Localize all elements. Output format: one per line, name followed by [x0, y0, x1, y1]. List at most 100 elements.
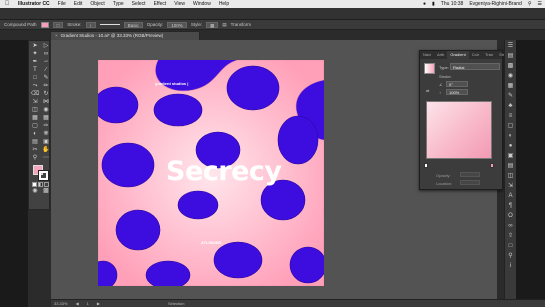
- asset-export-icon[interactable]: ⇧: [507, 233, 514, 240]
- battery-icon[interactable]: ▮: [429, 1, 438, 7]
- user-name[interactable]: Evgeniya-Righini-Brand: [466, 1, 525, 7]
- layers-icon[interactable]: ▤: [507, 53, 514, 60]
- mesh-tool-icon[interactable]: ▦: [41, 115, 51, 122]
- tab-navigator[interactable]: Navi: [420, 51, 434, 59]
- gradient-preview-swatch[interactable]: [424, 63, 435, 74]
- curvature-tool-icon[interactable]: ∽: [41, 59, 51, 66]
- rotate-tool-icon[interactable]: ↻: [41, 91, 51, 98]
- more-tools-icon[interactable]: ⋯: [41, 155, 51, 162]
- appearance-icon[interactable]: ●: [507, 143, 514, 150]
- aspect-ratio-field[interactable]: 100%: [446, 89, 468, 95]
- swatches-icon[interactable]: ▦: [507, 83, 514, 90]
- tab-artboards[interactable]: Artb: [434, 51, 447, 59]
- align-icon[interactable]: ▤: [507, 163, 514, 170]
- width-tool-icon[interactable]: ⋈: [41, 99, 51, 106]
- opentype-icon[interactable]: O: [507, 213, 514, 220]
- tab-gradient[interactable]: Gradient: [447, 51, 469, 59]
- perspective-grid-tool-icon[interactable]: ▦: [30, 115, 40, 122]
- eraser-tool-icon[interactable]: ⌫: [30, 91, 40, 98]
- close-tab-icon[interactable]: ×: [55, 33, 58, 38]
- properties-icon[interactable]: ☰: [507, 43, 514, 50]
- transform-icon[interactable]: ⇲: [507, 183, 514, 190]
- type-tool-icon[interactable]: T: [30, 67, 40, 74]
- color-icon[interactable]: ◉: [507, 73, 514, 80]
- none-mode-icon[interactable]: [44, 182, 49, 187]
- graph-tool-icon[interactable]: ▤: [30, 139, 40, 146]
- menu-file[interactable]: File: [54, 1, 70, 7]
- navigator-icon[interactable]: ⚲: [507, 253, 514, 260]
- info-icon[interactable]: i: [507, 263, 514, 270]
- artboard[interactable]: gradient studios | Secrecy ATLIMOBS: [98, 60, 324, 286]
- fill-stroke-control[interactable]: [30, 163, 51, 181]
- pencil-tool-icon[interactable]: ✏: [41, 83, 51, 90]
- stroke-label[interactable]: Stroke:: [67, 22, 81, 27]
- shaper-tool-icon[interactable]: ⤳: [30, 83, 40, 90]
- character-icon[interactable]: A: [507, 193, 514, 200]
- wifi-icon[interactable]: ●: [420, 1, 429, 7]
- stroke-weight-field[interactable]: ↕: [85, 21, 96, 28]
- stroke-icon[interactable]: ≡: [507, 113, 514, 120]
- reverse-gradient-icon[interactable]: ⇄: [426, 88, 429, 93]
- style-label[interactable]: Style:: [191, 22, 202, 27]
- direct-selection-tool-icon[interactable]: ▷: [41, 43, 51, 50]
- artboard-next-icon[interactable]: ▶: [97, 301, 100, 306]
- fill-swatch[interactable]: [40, 21, 49, 28]
- magic-wand-tool-icon[interactable]: ✦: [30, 51, 40, 58]
- free-transform-tool-icon[interactable]: ◫: [30, 107, 40, 114]
- transparency-icon[interactable]: ◐: [507, 133, 514, 140]
- paintbrush-tool-icon[interactable]: ✎: [41, 75, 51, 82]
- pathfinder-icon[interactable]: ◫: [507, 173, 514, 180]
- artboard-nav-icon[interactable]: ◀: [76, 301, 79, 306]
- menu-window[interactable]: Window: [189, 1, 215, 7]
- artboard-tool-icon[interactable]: ▣: [41, 139, 51, 146]
- draw-mode-icon[interactable]: ◉: [30, 188, 40, 195]
- libraries-icon[interactable]: ▩: [507, 63, 514, 70]
- document-tab[interactable]: × Gradient Studios - 10.ai* @ 33.33% (RGB…: [50, 31, 200, 40]
- line-tool-icon[interactable]: ∕: [41, 67, 51, 74]
- variable-width-profile[interactable]: [99, 22, 120, 27]
- paragraph-icon[interactable]: ¶: [507, 203, 514, 210]
- gradient-mode-icon[interactable]: [38, 182, 43, 187]
- opacity-field[interactable]: 100%: [167, 21, 187, 28]
- brushes-icon[interactable]: ✎: [507, 93, 514, 100]
- angle-field[interactable]: 0°: [446, 81, 468, 87]
- gradient-stop-start[interactable]: [424, 163, 428, 168]
- lasso-tool-icon[interactable]: ∞: [41, 51, 51, 58]
- artboard-number[interactable]: 1: [87, 301, 89, 306]
- zoom-level[interactable]: 33.33%: [54, 301, 68, 306]
- clock[interactable]: Thu 10:38: [438, 1, 467, 7]
- gradient-annotator-ramp[interactable]: [426, 101, 492, 159]
- gradient-stop-end[interactable]: [490, 163, 494, 168]
- menu-help[interactable]: Help: [215, 1, 233, 7]
- shape-builder-tool-icon[interactable]: ◉: [41, 107, 51, 114]
- menu-app[interactable]: Illustrator CC: [14, 1, 54, 7]
- menu-select[interactable]: Select: [128, 1, 150, 7]
- menu-type[interactable]: Type: [109, 1, 128, 7]
- screen-mode-icon[interactable]: ▩: [41, 188, 51, 195]
- tab-color[interactable]: Colr: [469, 51, 482, 59]
- eyedropper-tool-icon[interactable]: ✑: [41, 123, 51, 130]
- selection-tool-icon[interactable]: ➤: [30, 43, 40, 50]
- menu-object[interactable]: Object: [86, 1, 108, 7]
- blend-tool-icon[interactable]: ◐: [30, 131, 40, 138]
- tab-transparency[interactable]: Tran: [482, 51, 496, 59]
- symbol-sprayer-tool-icon[interactable]: ❋: [41, 131, 51, 138]
- gradient-tool-icon[interactable]: ▢: [30, 123, 40, 130]
- slice-tool-icon[interactable]: ✂: [30, 147, 40, 154]
- opacity-field[interactable]: [460, 172, 480, 177]
- location-field[interactable]: [460, 180, 480, 185]
- symbols-icon[interactable]: ♣: [507, 103, 514, 110]
- align-icon[interactable]: ▤: [222, 22, 226, 28]
- transform-link[interactable]: Transform: [231, 22, 251, 27]
- apple-icon[interactable]: : [0, 1, 14, 7]
- brush-select[interactable]: Basic: [123, 21, 143, 28]
- menu-effect[interactable]: Effect: [150, 1, 171, 7]
- hand-tool-icon[interactable]: ✋: [41, 147, 51, 154]
- search-icon[interactable]: ⚲: [525, 1, 535, 7]
- stroke-color-box[interactable]: [38, 170, 49, 181]
- style-picker[interactable]: ▦: [206, 21, 219, 28]
- zoom-tool-icon[interactable]: ⚲: [30, 155, 40, 162]
- menu-list-icon[interactable]: ☰: [535, 1, 545, 7]
- gradient-icon[interactable]: ▢: [507, 123, 514, 130]
- opacity-label[interactable]: Opacity:: [147, 22, 164, 27]
